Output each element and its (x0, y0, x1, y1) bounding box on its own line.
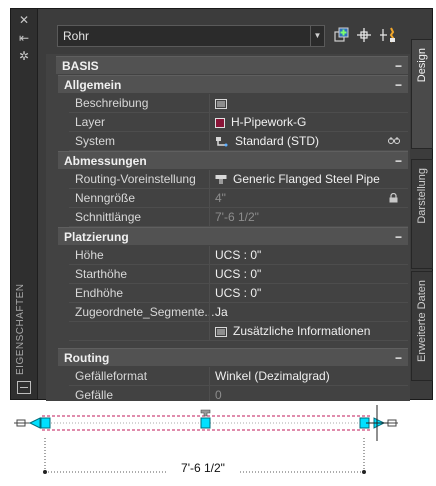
property-value: H-Pipework-G (231, 115, 307, 129)
property-row-layer[interactable]: Layer H-Pipework-G (69, 113, 408, 132)
property-label: Endhöhe (75, 286, 124, 300)
property-row-gefaelleformat[interactable]: Gefälleformat Winkel (Dezimalgrad) (69, 367, 408, 386)
grip-add-icon[interactable] (200, 409, 211, 417)
additional-info-icon (215, 327, 227, 337)
collapse-icon[interactable]: − (395, 152, 402, 170)
dimension-tick-left (43, 470, 47, 474)
tab-darstellung[interactable]: Darstellung (411, 159, 433, 269)
property-label: Gefälleformat (75, 369, 148, 383)
property-label: Beschreibung (75, 96, 149, 110)
drawing-area[interactable]: 7'-6 1/2" (0, 400, 436, 486)
property-value: UCS : 0" (215, 267, 262, 281)
tab-darstellung-label: Darstellung (416, 168, 428, 224)
grip-arrow-left[interactable] (28, 417, 41, 429)
property-row-nenngroesse[interactable]: Nenngröße 4" (69, 189, 408, 208)
category-basis-label: BASIS (62, 59, 99, 73)
property-row-zusaetzliche-informationen[interactable]: Zusätzliche Informationen (69, 322, 408, 341)
tab-erweiterte-daten[interactable]: Erweiterte Daten (411, 271, 433, 381)
property-label: Layer (75, 115, 106, 129)
property-row-starthoehe[interactable]: Starthöhe UCS : 0" (69, 265, 408, 284)
tab-erweiterte-daten-label: Erweiterte Daten (416, 280, 428, 362)
tab-design-label: Design (416, 48, 428, 83)
property-value: UCS : 0" (215, 248, 262, 262)
category-platzierung[interactable]: Platzierung − (58, 227, 408, 245)
property-value: 7'-6 1/2" (215, 210, 259, 224)
property-value: Ja (215, 305, 228, 319)
palette-title-strip: ✕ ⇤ ✲ EIGENSCHAFTEN (11, 9, 38, 399)
auto-hide-icon[interactable]: ⇤ (16, 31, 32, 45)
property-label: Routing-Voreinstellung (75, 172, 196, 186)
palette-title: EIGENSCHAFTEN (15, 283, 26, 375)
additional-info-link[interactable]: Zusätzliche Informationen (215, 322, 370, 340)
property-label: Nenngröße (75, 191, 136, 205)
property-row-schnittlaenge[interactable]: Schnittlänge 7'-6 1/2" (69, 208, 408, 227)
system-definition-icon (216, 137, 228, 147)
property-label: Starthöhe (75, 267, 128, 281)
property-label: Höhe (75, 248, 104, 262)
grip-start[interactable] (40, 417, 51, 429)
palette-properties-icon[interactable]: ✲ (16, 49, 32, 63)
layer-color-swatch (215, 118, 225, 128)
category-abmessungen[interactable]: Abmessungen − (58, 151, 408, 169)
property-value: Standard (STD) (235, 134, 320, 148)
property-label: Zugeordnete_Segmente... (75, 305, 215, 319)
grip-midpoint[interactable] (200, 417, 211, 429)
property-label: System (75, 134, 116, 148)
property-value: Generic Flanged Steel Pipe (233, 172, 380, 186)
object-type-value: Rohr (63, 29, 90, 43)
tab-design[interactable]: Design (411, 39, 433, 149)
chevron-down-icon[interactable]: ▼ (310, 26, 324, 46)
category-allgemein[interactable]: Allgemein − (58, 75, 408, 93)
property-value: 4" (215, 191, 226, 205)
property-row-zugeordnete-segmente[interactable]: Zugeordnete_Segmente... Ja (69, 303, 408, 322)
category-basis[interactable]: BASIS − (56, 56, 408, 74)
dimension-tick-right (362, 470, 366, 474)
category-platzierung-label: Platzierung (64, 230, 129, 244)
category-allgemein-label: Allgemein (64, 78, 122, 92)
property-value: 0 (215, 388, 222, 401)
quick-select-icon[interactable] (379, 26, 397, 44)
category-routing-label: Routing (64, 351, 110, 365)
property-row-gefaelle[interactable]: Gefälle 0 (69, 386, 408, 401)
property-row-system[interactable]: System Standard (STD) (69, 132, 408, 151)
collapse-icon[interactable]: − (395, 76, 402, 94)
close-icon[interactable]: ✕ (16, 13, 32, 27)
property-row-beschreibung[interactable]: Beschreibung (69, 94, 408, 113)
select-system-icon[interactable] (388, 136, 400, 146)
property-row-hoehe[interactable]: Höhe UCS : 0" (69, 246, 408, 265)
description-dialog-icon[interactable] (215, 99, 227, 109)
dimension-text[interactable]: 7'-6 1/2" (181, 461, 225, 475)
object-type-select[interactable]: Rohr ▼ (57, 25, 325, 47)
select-objects-icon[interactable] (355, 26, 373, 44)
collapse-icon[interactable]: − (395, 228, 402, 246)
property-grid: BASIS − Allgemein − Beschreibung Layer H… (46, 54, 410, 401)
property-value: Zusätzliche Informationen (233, 324, 371, 338)
property-row-routing-voreinstellung[interactable]: Routing-Voreinstellung Generic Flanged S… (69, 170, 408, 189)
palette-settings-icon[interactable] (17, 381, 31, 394)
collapse-icon[interactable]: − (395, 57, 402, 75)
property-value: Winkel (Dezimalgrad) (215, 369, 330, 383)
collapse-icon[interactable]: − (395, 349, 402, 367)
property-value: UCS : 0" (215, 286, 262, 300)
add-to-selection-icon[interactable] (333, 26, 351, 44)
property-label: Gefälle (75, 388, 114, 401)
property-row-endhoehe[interactable]: Endhöhe UCS : 0" (69, 284, 408, 303)
category-abmessungen-label: Abmessungen (64, 154, 147, 168)
property-label: Schnittlänge (75, 210, 142, 224)
properties-palette: ✕ ⇤ ✲ EIGENSCHAFTEN Rohr ▼ BASIS − Allge… (10, 8, 433, 401)
category-routing[interactable]: Routing − (58, 348, 408, 366)
pipe-fitting-icon (215, 175, 227, 184)
lock-icon (389, 193, 398, 203)
